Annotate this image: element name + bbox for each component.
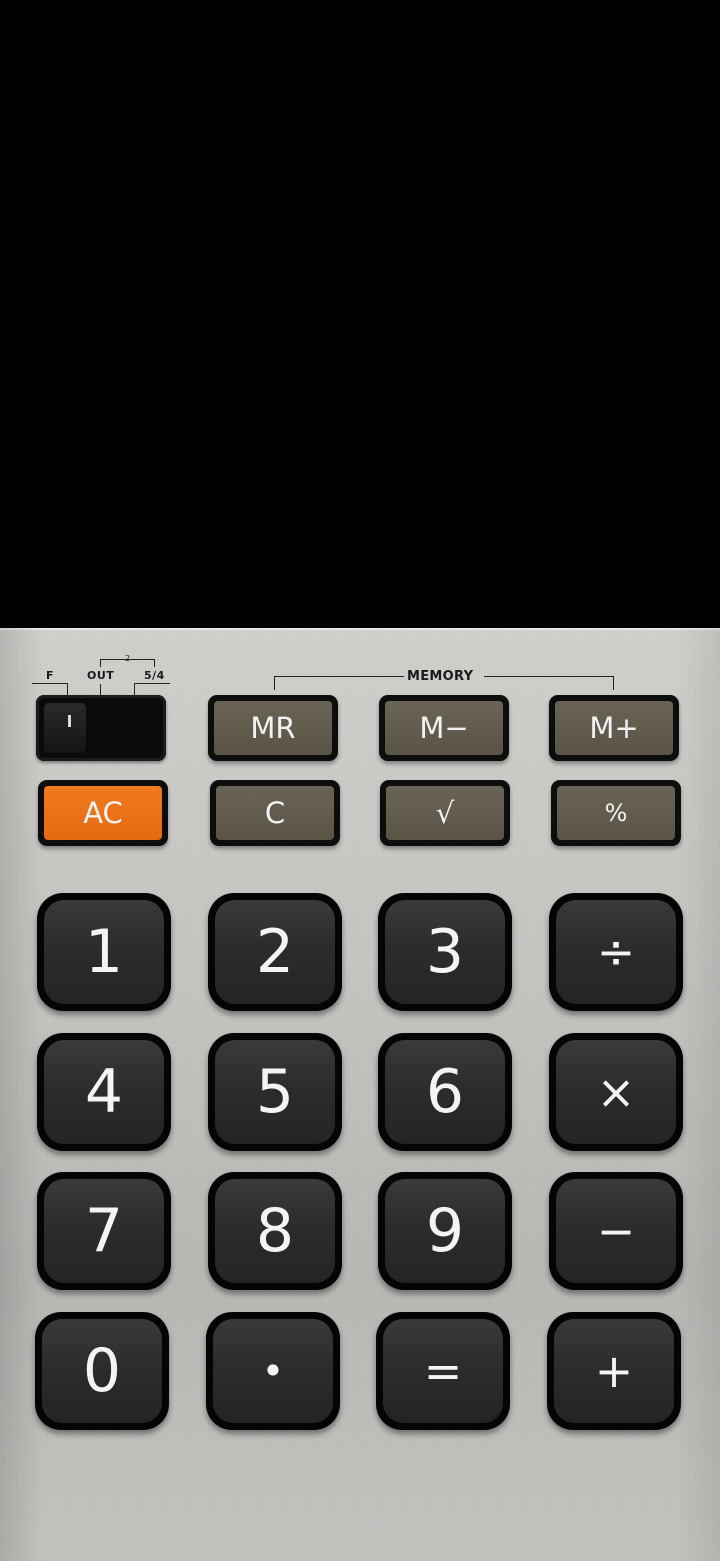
memory-label: MEMORY bbox=[407, 669, 474, 684]
digit-6-button[interactable]: 6 bbox=[378, 1033, 512, 1151]
m-plus-button-label: M+ bbox=[555, 701, 673, 755]
digit-6-label: 6 bbox=[385, 1040, 505, 1144]
digit-2-button[interactable]: 2 bbox=[208, 893, 342, 1011]
equals-label: = bbox=[383, 1319, 503, 1423]
multiply-label: × bbox=[556, 1040, 676, 1144]
sqrt-button-label: √ bbox=[386, 786, 504, 840]
digit-7-label: 7 bbox=[44, 1179, 164, 1283]
switch-indicator-mark bbox=[68, 715, 71, 727]
clear-button-label: C bbox=[216, 786, 334, 840]
calculator-display bbox=[0, 0, 720, 628]
add-label: + bbox=[554, 1319, 674, 1423]
mr-button-label: MR bbox=[214, 701, 332, 755]
add-button[interactable]: + bbox=[547, 1312, 681, 1430]
memory-bracket-line bbox=[613, 676, 614, 690]
sqrt-button[interactable]: √ bbox=[380, 780, 510, 846]
m-plus-button[interactable]: M+ bbox=[549, 695, 679, 761]
digit-3-button[interactable]: 3 bbox=[378, 893, 512, 1011]
clear-button[interactable]: C bbox=[210, 780, 340, 846]
digit-0-button[interactable]: 0 bbox=[35, 1312, 169, 1430]
switch-line bbox=[32, 683, 68, 684]
decimal-point-button[interactable]: • bbox=[206, 1312, 340, 1430]
digit-5-button[interactable]: 5 bbox=[208, 1033, 342, 1151]
divide-button[interactable]: ÷ bbox=[549, 893, 683, 1011]
switch-line bbox=[100, 684, 101, 695]
switch-label-f: F bbox=[46, 669, 55, 682]
memory-bracket-line bbox=[274, 676, 275, 690]
digit-0-label: 0 bbox=[42, 1319, 162, 1423]
mr-button[interactable]: MR bbox=[208, 695, 338, 761]
digit-1-button[interactable]: 1 bbox=[37, 893, 171, 1011]
switch-line bbox=[134, 683, 135, 695]
memory-bracket-line bbox=[274, 676, 404, 677]
percent-button[interactable]: % bbox=[551, 780, 681, 846]
digit-9-label: 9 bbox=[385, 1179, 505, 1283]
digit-8-label: 8 bbox=[215, 1179, 335, 1283]
switch-label-54: 5/4 bbox=[144, 669, 165, 682]
m-minus-button-label: M− bbox=[385, 701, 503, 755]
switch-line bbox=[100, 659, 101, 667]
switch-line bbox=[67, 683, 68, 695]
digit-4-button[interactable]: 4 bbox=[37, 1033, 171, 1151]
multiply-button[interactable]: × bbox=[549, 1033, 683, 1151]
switch-knob[interactable] bbox=[44, 703, 86, 753]
m-minus-button[interactable]: M− bbox=[379, 695, 509, 761]
digit-3-label: 3 bbox=[385, 900, 505, 1004]
digit-4-label: 4 bbox=[44, 1040, 164, 1144]
percent-button-label: % bbox=[557, 786, 675, 840]
switch-line bbox=[100, 659, 154, 660]
switch-line bbox=[154, 659, 155, 667]
digit-5-label: 5 bbox=[215, 1040, 335, 1144]
digit-8-button[interactable]: 8 bbox=[208, 1172, 342, 1290]
digit-2-label: 2 bbox=[215, 900, 335, 1004]
digit-9-button[interactable]: 9 bbox=[378, 1172, 512, 1290]
equals-button[interactable]: = bbox=[376, 1312, 510, 1430]
subtract-label: − bbox=[556, 1179, 676, 1283]
decimal-point-label: • bbox=[213, 1319, 333, 1423]
memory-bracket-line bbox=[484, 676, 614, 677]
switch-line bbox=[134, 683, 170, 684]
digit-1-label: 1 bbox=[44, 900, 164, 1004]
subtract-button[interactable]: − bbox=[549, 1172, 683, 1290]
digit-7-button[interactable]: 7 bbox=[37, 1172, 171, 1290]
switch-label-out: OUT bbox=[87, 669, 115, 682]
ac-button-label: AC bbox=[44, 786, 162, 840]
mode-slide-switch[interactable] bbox=[36, 695, 166, 761]
ac-button[interactable]: AC bbox=[38, 780, 168, 846]
divide-label: ÷ bbox=[556, 900, 676, 1004]
